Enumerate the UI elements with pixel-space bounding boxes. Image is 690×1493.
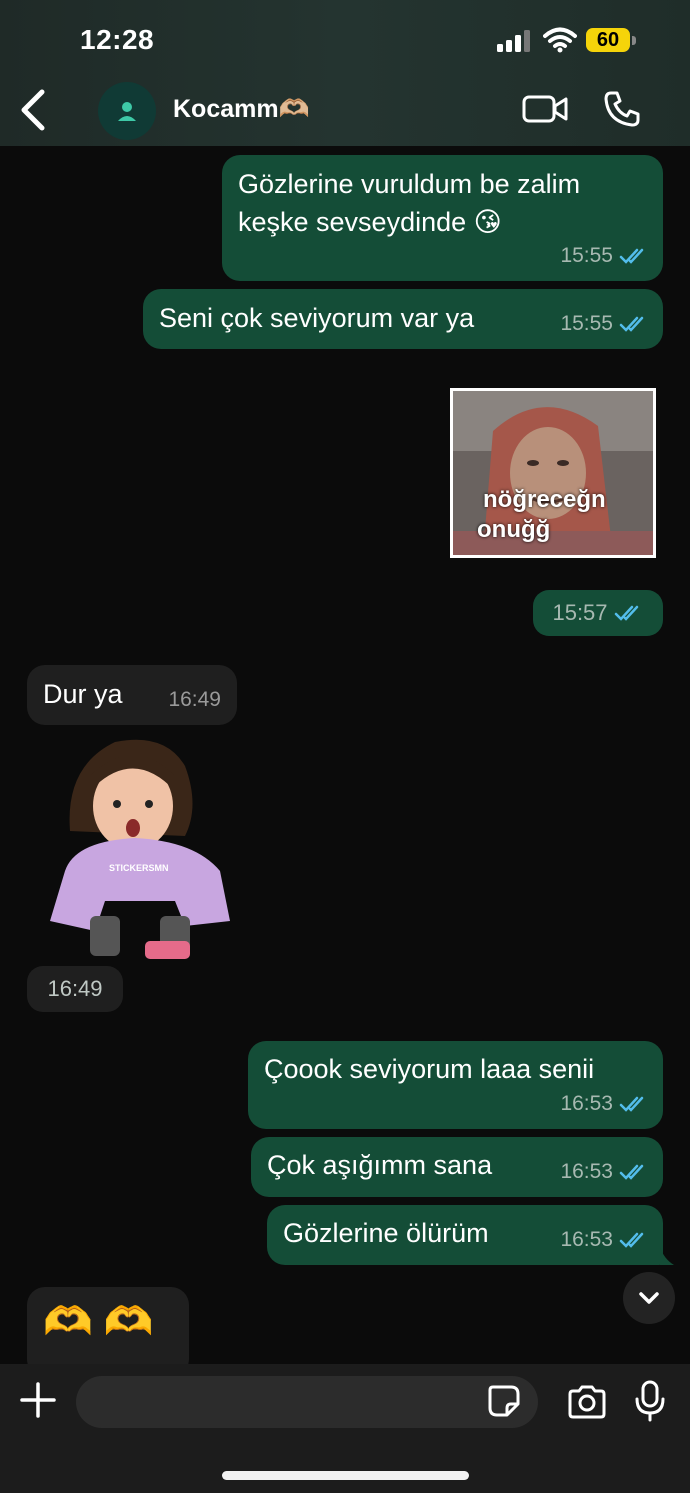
camera-icon[interactable]	[566, 1384, 608, 1420]
status-time: 12:28	[80, 24, 155, 55]
contact-name[interactable]: Kocamm🫶🏼	[173, 95, 310, 124]
message-text: Çoook seviyorum laaa senii	[264, 1054, 595, 1084]
message-text: Gözlerine ölürüm	[283, 1218, 489, 1248]
message-meta: 16:49	[168, 681, 221, 719]
message-meta: 16:53	[560, 1153, 649, 1191]
message-bubble[interactable]: Seni çok seviyorum var ya 15:55	[143, 289, 663, 349]
message-meta: 16:53	[560, 1085, 649, 1123]
scroll-to-bottom-button[interactable]	[623, 1272, 675, 1324]
battery-level: 60	[586, 28, 630, 52]
message-meta: 15:55	[560, 237, 649, 275]
chevron-down-icon	[639, 1292, 659, 1304]
back-button[interactable]	[16, 88, 56, 132]
message-bubble[interactable]: Çoook seviyorum laaa senii 16:53	[248, 1041, 663, 1129]
caption-line: nöğreceğn	[483, 486, 606, 513]
read-ticks-icon	[619, 316, 644, 332]
timestamp-pill: 16:49	[27, 966, 123, 1012]
person-icon	[118, 102, 136, 121]
microphone-icon[interactable]	[634, 1380, 666, 1422]
caption-line: onuğğ	[477, 516, 551, 543]
bubble-tail	[660, 1247, 674, 1265]
message-time: 16:53	[560, 1228, 613, 1251]
message-line: keşke sevseydinde 😘	[238, 207, 502, 237]
read-ticks-icon	[619, 248, 644, 264]
image-caption: nöğreceğn onuğğ	[477, 485, 606, 545]
message-text: Seni çok seviyorum var ya	[159, 303, 475, 333]
composer-bar	[0, 1364, 690, 1493]
chat-header: 12:28 60 Kocamm🫶🏼	[0, 0, 690, 146]
battery-cap	[632, 36, 636, 45]
emoji-text: 🫶 🫶	[43, 1300, 154, 1344]
message-time: 15:55	[560, 312, 613, 335]
message-text: Dur ya	[43, 679, 123, 709]
contact-avatar[interactable]	[98, 82, 156, 140]
message-line: Gözlerine vuruldum be zalim	[238, 169, 581, 199]
message-time: 16:49	[168, 688, 221, 711]
read-ticks-icon	[619, 1164, 644, 1180]
home-indicator	[222, 1471, 469, 1480]
sticker-icon[interactable]	[487, 1384, 521, 1418]
cellular-signal-icon	[497, 30, 530, 52]
message-time: 16:53	[560, 1160, 613, 1183]
message-meta: 15:55	[560, 305, 649, 343]
message-bubble[interactable]: Çok aşığımm sana 16:53	[251, 1137, 663, 1197]
video-call-icon[interactable]	[522, 94, 568, 124]
message-bubble[interactable]: Gözlerine ölürüm 16:53	[267, 1205, 663, 1265]
message-text: Gözlerine vuruldum be zalim keşke sevsey…	[238, 165, 580, 241]
message-time: 15:55	[560, 244, 613, 267]
timestamp-pill: 15:57	[533, 590, 663, 636]
wifi-icon	[543, 27, 577, 53]
read-ticks-icon	[619, 1096, 644, 1112]
read-ticks-icon	[614, 605, 638, 621]
plus-icon[interactable]	[20, 1382, 56, 1418]
message-time: 16:53	[560, 1092, 613, 1115]
message-bubble[interactable]: 🫶 🫶	[27, 1287, 189, 1364]
phone-call-icon[interactable]	[603, 90, 641, 128]
message-bubble[interactable]: Gözlerine vuruldum be zalim keşke sevsey…	[222, 155, 663, 281]
message-meta: 16:53	[560, 1221, 649, 1259]
message-text: Çok aşığımm sana	[267, 1150, 493, 1180]
message-time: 16:49	[47, 976, 103, 1001]
image-message[interactable]: nöğreceğn onuğğ	[450, 388, 656, 558]
message-list[interactable]: Gözlerine vuruldum be zalim keşke sevsey…	[0, 146, 690, 1364]
battery-indicator: 60	[586, 28, 638, 54]
sticker-message[interactable]: STICKERSMN	[45, 736, 235, 961]
read-ticks-icon	[619, 1232, 644, 1248]
message-bubble[interactable]: Dur ya 16:49	[27, 665, 237, 725]
message-time: 15:57	[552, 600, 608, 625]
message-input[interactable]	[76, 1376, 538, 1428]
sticker-watermark: STICKERSMN	[109, 863, 169, 873]
